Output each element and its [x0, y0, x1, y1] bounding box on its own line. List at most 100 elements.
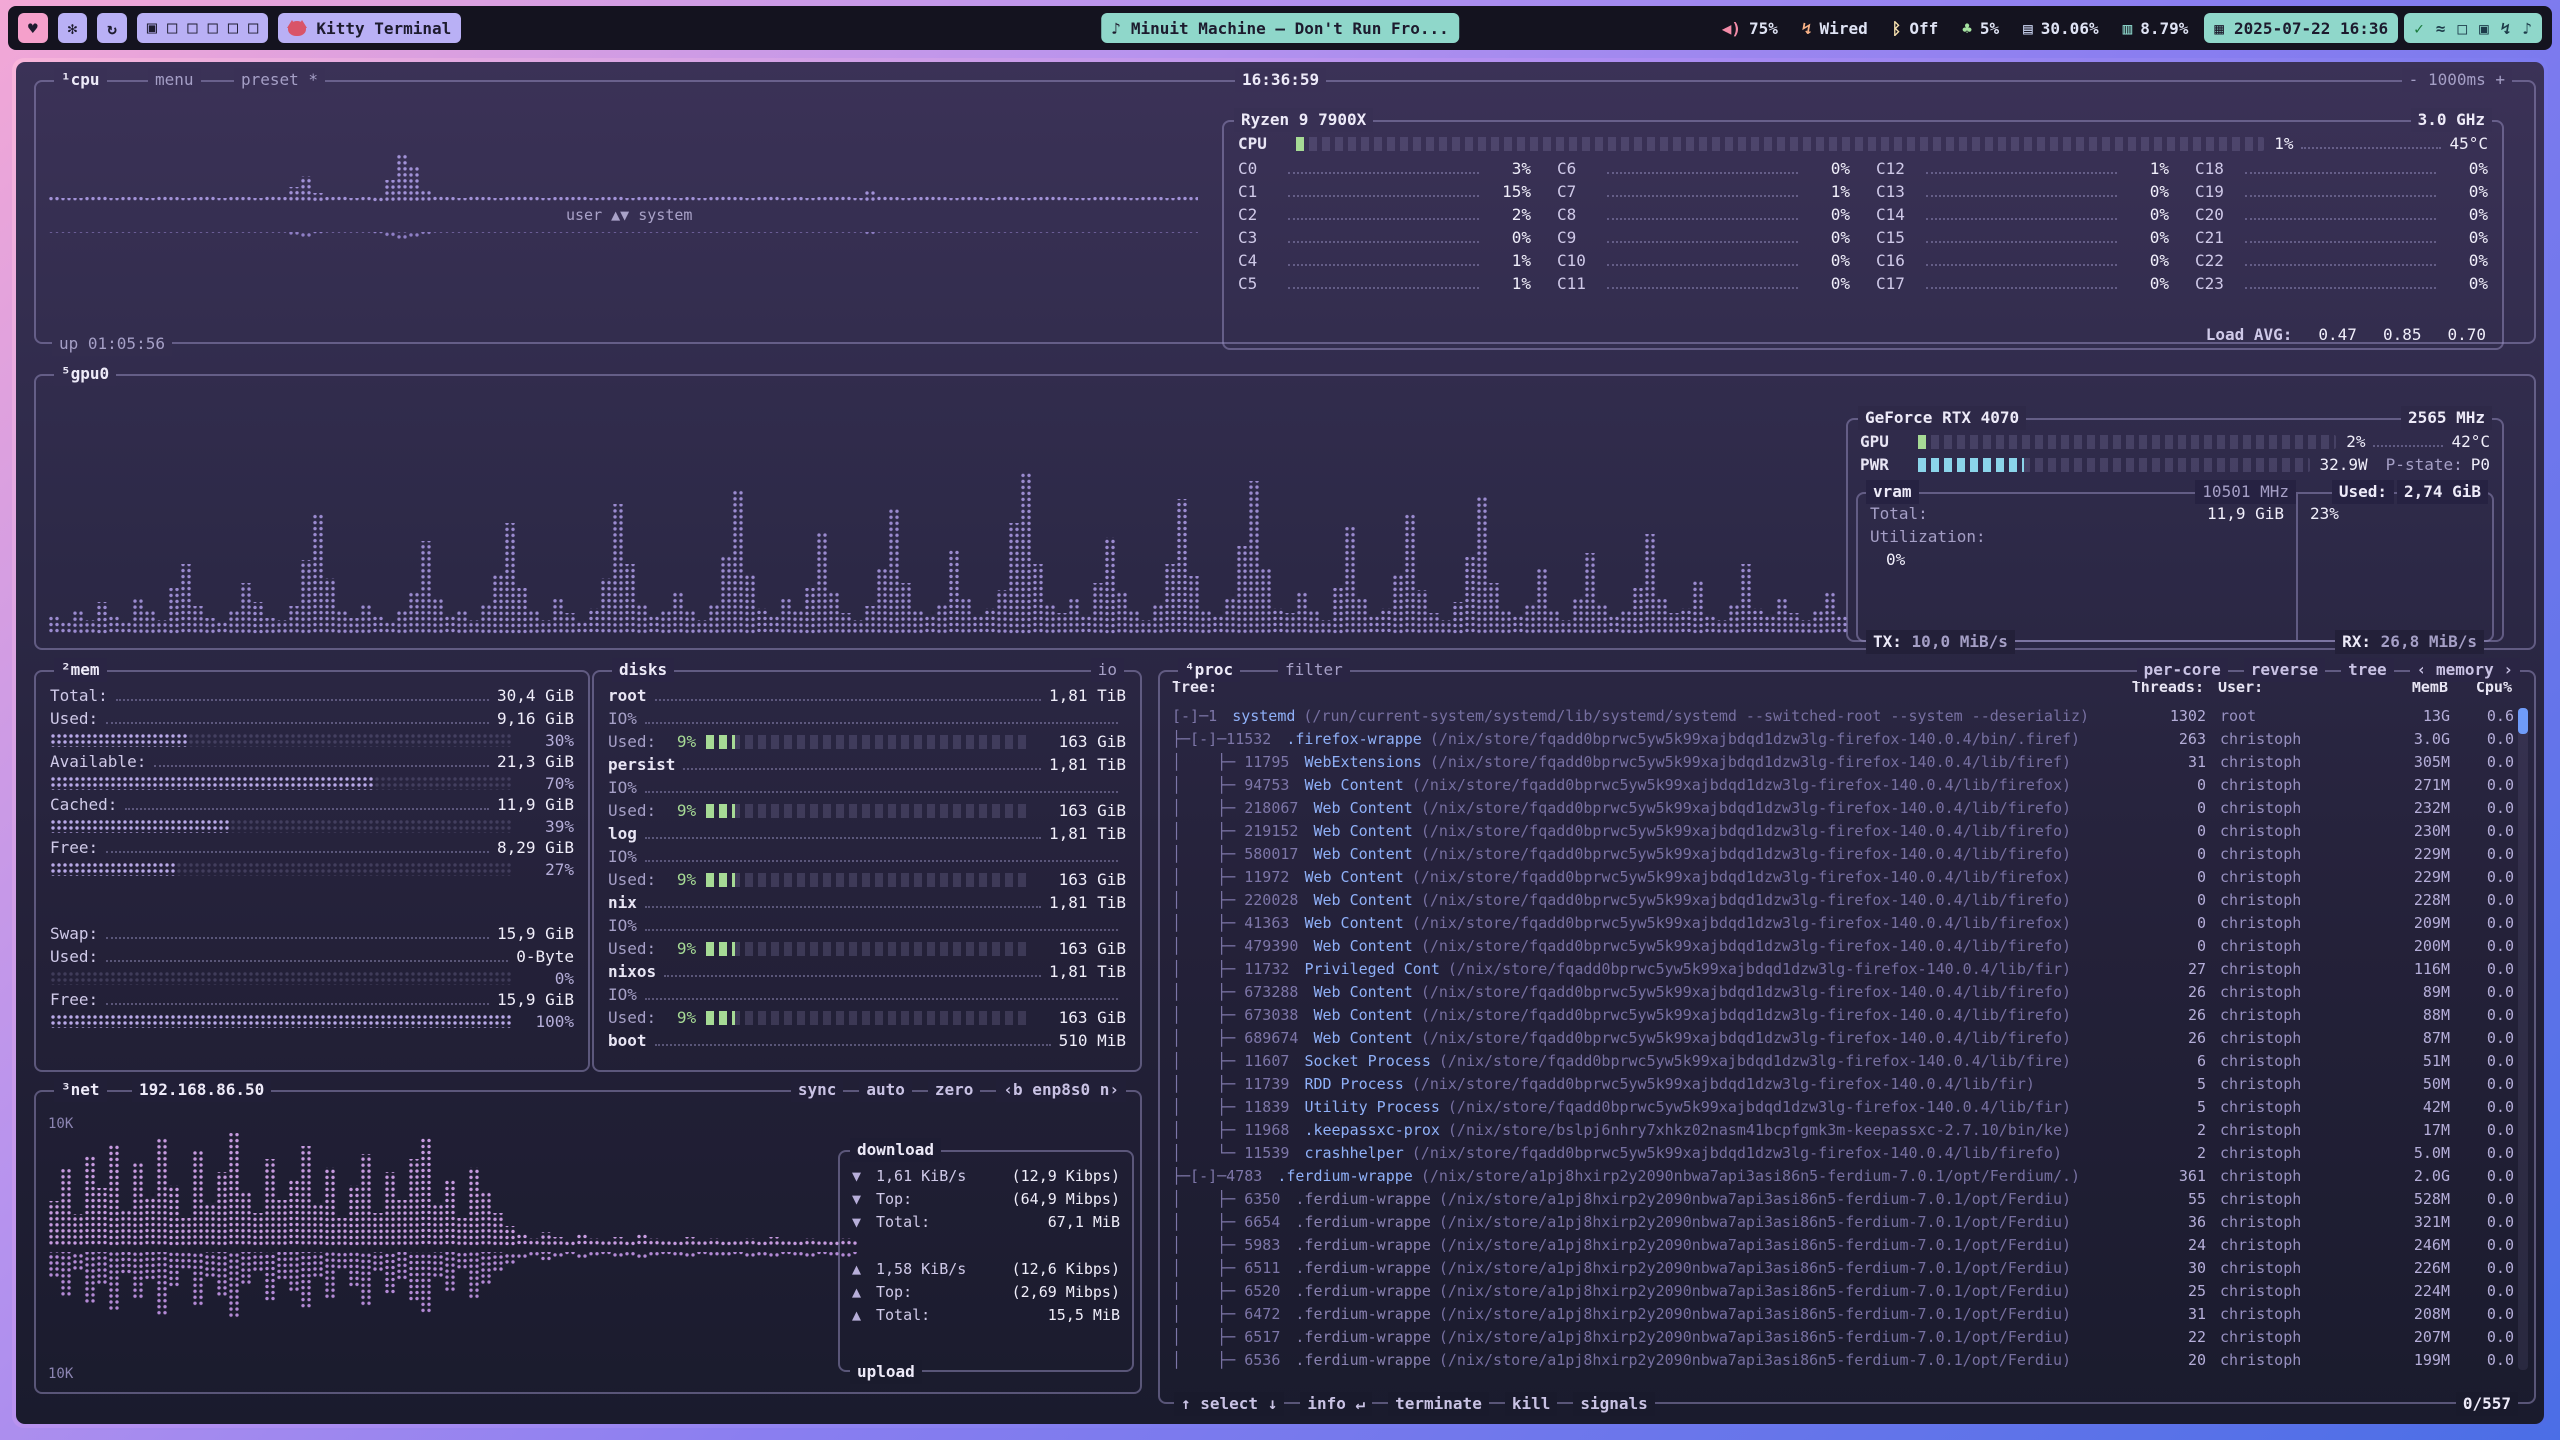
tray-icon[interactable]: ♪ — [2522, 19, 2532, 38]
core-row: C21 0% — [2195, 226, 2488, 249]
media-module[interactable]: ♪ Minuit Machine – Don't Run Fro... — [1101, 13, 1459, 43]
status-module[interactable]: ♣ 5% — [1952, 13, 2009, 43]
tray-icon[interactable]: ↯ — [2501, 19, 2511, 38]
process-row[interactable]: │ ├─ 11607 Socket Process (/nix/store/fq… — [1166, 1049, 2514, 1072]
workspace-icon[interactable]: □ — [187, 18, 197, 38]
auto-toggle[interactable]: auto — [859, 1078, 912, 1102]
process-row[interactable]: │ ├─ 11839 Utility Process (/nix/store/f… — [1166, 1095, 2514, 1118]
process-row[interactable]: │ ├─ 689674 Web Content (/nix/store/fqad… — [1166, 1026, 2514, 1049]
status-module[interactable]: ◀) 75% — [1712, 13, 1788, 43]
update-interval-control[interactable]: - 1000ms + — [2402, 68, 2512, 92]
zero-toggle[interactable]: zero — [928, 1078, 981, 1102]
process-row[interactable]: │ ├─ 219152 Web Content (/nix/store/fqad… — [1166, 819, 2514, 842]
core-grid: C0 3% C1 15% C2 — [1238, 157, 2488, 295]
process-row[interactable]: │ ├─ 6520 .ferdium-wrappe (/nix/store/a1… — [1166, 1279, 2514, 1302]
selection-counter: 0/557 — [2456, 1392, 2518, 1416]
process-row[interactable]: ├─[-]─4783 .ferdium-wrappe (/nix/store/a… — [1166, 1164, 2514, 1187]
sort-column-selector[interactable]: ‹ memory › — [2410, 658, 2520, 682]
cpu-panel-title[interactable]: ¹cpu — [54, 68, 107, 92]
process-scrollbar[interactable] — [2518, 708, 2528, 1370]
process-row[interactable]: │ ├─ 5983 .ferdium-wrappe (/nix/store/a1… — [1166, 1233, 2514, 1256]
process-row[interactable]: │ ├─ 220028 Web Content (/nix/store/fqad… — [1166, 888, 2514, 911]
clock-module[interactable]: ▦ 2025-07-22 16:36 — [2204, 13, 2398, 43]
process-panel-title[interactable]: ⁴proc — [1178, 658, 1240, 682]
cpu-user-graph — [48, 110, 1198, 202]
disks-panel-title[interactable]: disks — [612, 658, 674, 682]
tree-toggle[interactable]: tree — [2341, 658, 2394, 682]
status-module[interactable]: ↯ Wired — [1792, 13, 1878, 43]
memory-panel-title[interactable]: ²mem — [54, 658, 107, 682]
process-row[interactable]: │ ├─ 673038 Web Content (/nix/store/fqad… — [1166, 1003, 2514, 1026]
process-row[interactable]: [-]─1 systemd (/run/current-system/syste… — [1166, 704, 2514, 727]
launcher-button[interactable]: ♥ — [18, 13, 48, 43]
process-row[interactable]: │ └─ 11539 crashhelper (/nix/store/fqadd… — [1166, 1141, 2514, 1164]
cpu-freq-label: 3.0 GHz — [2411, 108, 2492, 132]
process-row[interactable]: │ ├─ 11968 .keepassxc-prox (/nix/store/b… — [1166, 1118, 2514, 1141]
network-panel-title[interactable]: ³net — [54, 1078, 107, 1102]
tray-icon[interactable]: □ — [2457, 19, 2467, 38]
active-window-button[interactable]: Kitty Terminal — [278, 13, 461, 43]
process-row[interactable]: │ ├─ 6536 .ferdium-wrappe (/nix/store/a1… — [1166, 1348, 2514, 1371]
process-row[interactable]: │ ├─ 94753 Web Content (/nix/store/fqadd… — [1166, 773, 2514, 796]
process-row[interactable]: │ ├─ 6517 .ferdium-wrappe (/nix/store/a1… — [1166, 1325, 2514, 1348]
tray-icon[interactable]: ≈ — [2436, 19, 2446, 38]
scrollbar-thumb[interactable] — [2518, 708, 2528, 734]
process-row[interactable]: │ ├─ 41363 Web Content (/nix/store/fqadd… — [1166, 911, 2514, 934]
upload-stat: ▲ Top: (2,69 Mibps) — [852, 1280, 1120, 1303]
disk-used-bar-row: Used: 9% 163 GiB — [608, 1006, 1126, 1029]
disk-entry: nixos 1,81 TiB IO% Used: 9% — [608, 960, 1126, 1029]
workspace-icon[interactable]: □ — [248, 18, 258, 38]
network-panel: ³net 192.168.86.50 sync auto zero ‹b enp… — [34, 1090, 1142, 1394]
status-module[interactable]: ▤ 30.06% — [2013, 13, 2108, 43]
process-row[interactable]: ├─[-]─11532 .firefox-wrappe (/nix/store/… — [1166, 727, 2514, 750]
process-row[interactable]: │ ├─ 6472 .ferdium-wrappe (/nix/store/a1… — [1166, 1302, 2514, 1325]
workspace-icon[interactable]: □ — [167, 18, 177, 38]
workspace-icon[interactable]: □ — [228, 18, 238, 38]
tray-icon[interactable]: ▣ — [2479, 19, 2489, 38]
cpu-temp: 45°C — [2449, 134, 2488, 153]
process-row[interactable]: │ ├─ 11739 RDD Process (/nix/store/fqadd… — [1166, 1072, 2514, 1095]
process-row[interactable]: │ ├─ 6350 .ferdium-wrappe (/nix/store/a1… — [1166, 1187, 2514, 1210]
upload-stat: ▲ 1,58 KiB/s (12,6 Kibps) — [852, 1257, 1120, 1280]
workspace-icon[interactable]: □ — [208, 18, 218, 38]
terminate-button[interactable]: terminate — [1388, 1392, 1489, 1416]
menu-button[interactable]: menu — [148, 68, 201, 92]
kill-button[interactable]: kill — [1505, 1392, 1558, 1416]
status-module[interactable]: ᛒ Off — [1882, 13, 1949, 43]
disk-used-bar-row: Used: 9% 163 GiB — [608, 730, 1126, 753]
signals-button[interactable]: signals — [1573, 1392, 1654, 1416]
vram-utilization: 0% — [1886, 550, 1905, 569]
process-row[interactable]: │ ├─ 11732 Privileged Cont (/nix/store/f… — [1166, 957, 2514, 980]
io-mode-toggle[interactable]: io — [1091, 658, 1124, 682]
process-row[interactable]: │ ├─ 6511 .ferdium-wrappe (/nix/store/a1… — [1166, 1256, 2514, 1279]
gpu-panel-title[interactable]: ⁵gpu0 — [54, 362, 116, 386]
up-arrow-icon: ▲ — [852, 1306, 876, 1324]
download-stat: ▼ 1,61 KiB/s (12,9 Kibps) — [852, 1164, 1120, 1187]
preset-button[interactable]: preset * — [234, 68, 325, 92]
kitty-window: ¹cpu menu preset * 16:36:59 - 1000ms + u… — [12, 58, 2548, 1428]
select-keys[interactable]: ↑ select ↓ — [1174, 1392, 1284, 1416]
cat-icon — [288, 21, 306, 36]
core-row: C12 1% — [1876, 157, 2169, 180]
process-row[interactable]: │ ├─ 580017 Web Content (/nix/store/fqad… — [1166, 842, 2514, 865]
sync-toggle[interactable]: sync — [791, 1078, 844, 1102]
tray-icon[interactable]: ✓ — [2414, 19, 2424, 38]
reload-button[interactable]: ↻ — [97, 13, 127, 43]
per-core-toggle[interactable]: per-core — [2137, 658, 2228, 682]
ip-address: 192.168.86.50 — [132, 1078, 271, 1102]
process-row[interactable]: │ ├─ 6654 .ferdium-wrappe (/nix/store/a1… — [1166, 1210, 2514, 1233]
vram-title: vram — [1866, 480, 1919, 504]
nixos-button[interactable]: ✻ — [58, 13, 88, 43]
process-row[interactable]: │ ├─ 218067 Web Content (/nix/store/fqad… — [1166, 796, 2514, 819]
vram-right-column: 23% — [2296, 494, 2492, 640]
interface-switcher[interactable]: ‹b enp8s0 n› — [996, 1078, 1126, 1102]
info-button[interactable]: info ↵ — [1300, 1392, 1372, 1416]
filter-button[interactable]: filter — [1278, 658, 1350, 682]
status-module[interactable]: ▥ 8.79% — [2113, 13, 2199, 43]
workspace-icon[interactable]: ▣ — [147, 18, 157, 38]
process-row[interactable]: │ ├─ 479390 Web Content (/nix/store/fqad… — [1166, 934, 2514, 957]
process-row[interactable]: │ ├─ 673288 Web Content (/nix/store/fqad… — [1166, 980, 2514, 1003]
reverse-toggle[interactable]: reverse — [2244, 658, 2325, 682]
process-row[interactable]: │ ├─ 11795 WebExtensions (/nix/store/fqa… — [1166, 750, 2514, 773]
process-row[interactable]: │ ├─ 11972 Web Content (/nix/store/fqadd… — [1166, 865, 2514, 888]
